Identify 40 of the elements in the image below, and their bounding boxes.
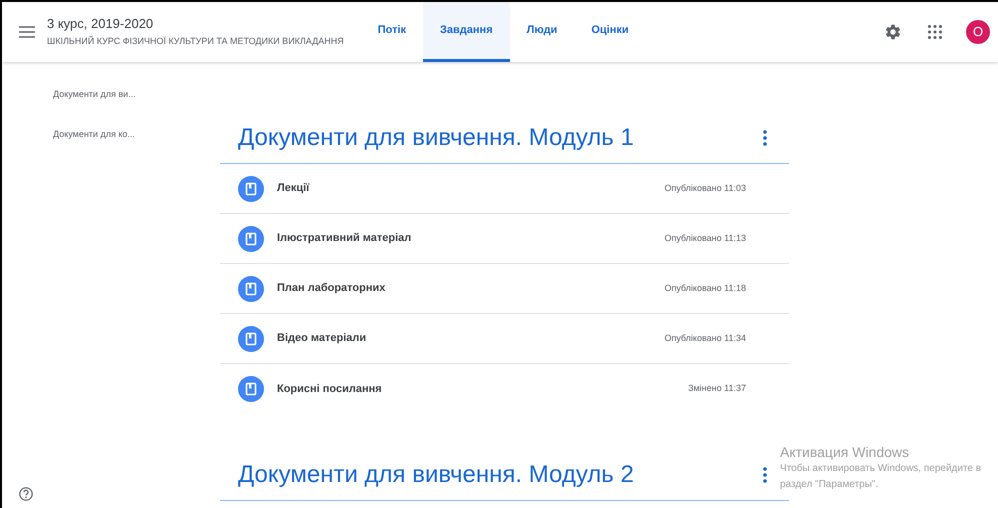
assignment-row[interactable]: План лабораторних Опубліковано 11:18 <box>220 264 789 314</box>
topic-link[interactable]: Документи для ко... <box>53 128 220 168</box>
topic-heading: Документи для вивчення. Модуль 1 <box>238 122 634 152</box>
help-icon <box>19 487 33 501</box>
assignment-title: План лабораторних <box>277 281 386 296</box>
assignment-row[interactable]: Лекції Опубліковано 11:03 <box>220 164 789 214</box>
assignment-row[interactable]: Ілюстративний матеріал Опубліковано 11:13 <box>220 214 789 264</box>
more-options-icon <box>763 130 767 146</box>
assignment-status: Опубліковано 11:18 <box>664 282 746 295</box>
tab[interactable]: Оцінки <box>574 2 646 62</box>
topic-link[interactable]: Документи для ви... <box>53 88 220 128</box>
material-icon <box>238 376 264 402</box>
assignment-title: Ілюстративний матеріал <box>277 231 412 246</box>
assignment-title: Лекції <box>277 181 310 196</box>
tab[interactable]: Завдання <box>423 2 510 62</box>
assignment-status: Опубліковано 11:34 <box>664 332 746 345</box>
tab[interactable]: Люди <box>510 2 574 62</box>
assignment-row[interactable]: Корисні посилання Змінено 11:37 <box>220 364 789 414</box>
class-subtitle: ШКІЛЬНИЙ КУРС ФІЗИЧНОЇ КУЛЬТУРИ ТА МЕТОДИКИ ВИКЛАДАННЯ <box>47 34 344 48</box>
activation-title: Активация Windows <box>780 443 910 461</box>
assignment-row[interactable]: Відео матеріали Опубліковано 11:34 <box>220 314 789 364</box>
settings-icon <box>884 23 902 41</box>
help-button[interactable] <box>18 486 34 502</box>
material-icon <box>238 326 264 352</box>
assignment-status: Опубліковано 11:13 <box>664 232 746 245</box>
material-icon <box>238 176 264 202</box>
material-icon <box>238 226 264 252</box>
assignment-title: Корисні посилання <box>277 382 382 397</box>
menu-icon <box>19 26 35 38</box>
topic-heading: Документи для вивчення. Модуль 2 <box>238 460 634 490</box>
apps-grid-icon <box>928 25 942 39</box>
activation-text: Чтобы активировать Windows, перейдите в раздел "Параметры". <box>780 462 982 492</box>
class-title: 3 курс, 2019-2020 <box>47 16 154 32</box>
assignment-status: Опубліковано 11:03 <box>664 182 746 195</box>
assignment-title: Відео матеріали <box>277 331 366 346</box>
tab[interactable]: Потік <box>360 2 424 62</box>
assignment-status: Змінено 11:37 <box>688 382 746 396</box>
account-avatar[interactable]: О <box>966 20 990 44</box>
more-options-icon <box>763 466 767 482</box>
material-icon <box>238 276 264 302</box>
